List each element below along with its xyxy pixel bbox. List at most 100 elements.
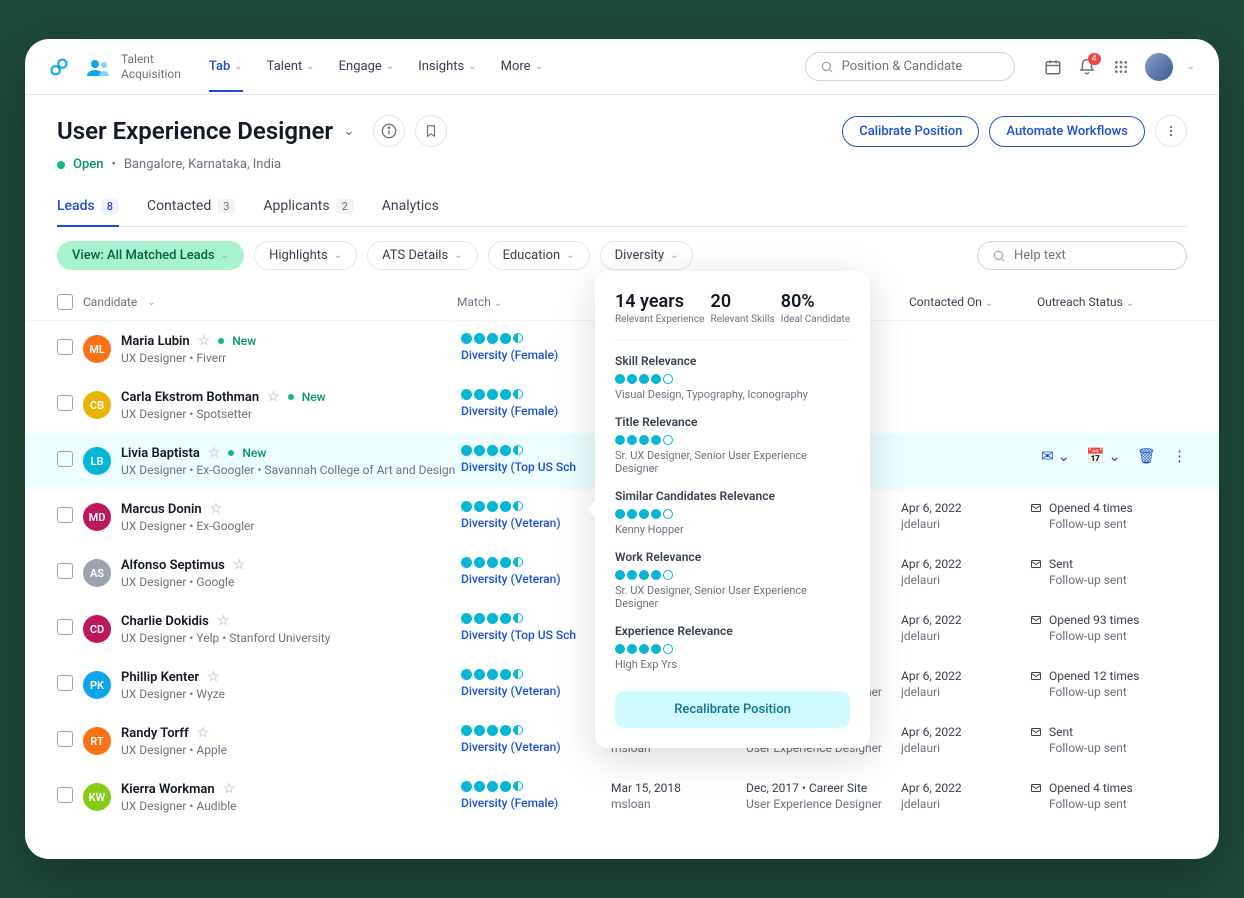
candidate-subtitle: UX Designer • Spotsetter	[121, 407, 461, 421]
automate-button[interactable]: Automate Workflows	[989, 116, 1145, 147]
location: Bangalore, Karnataka, India	[124, 157, 281, 172]
main-nav: Tab⌄ Talent⌄ Engage⌄ Insights⌄ More⌄	[209, 41, 543, 92]
candidate-name: Randy Torff	[121, 726, 189, 741]
row-checkbox[interactable]	[57, 675, 73, 691]
relevance-section: Experience RelevanceHigh Exp Yrs	[615, 624, 850, 671]
diversity-tag: Diversity (Top US Sch	[461, 628, 611, 642]
chevron-down-icon[interactable]: ⌄	[1187, 61, 1195, 72]
user-avatar[interactable]	[1145, 53, 1173, 81]
nav-more[interactable]: More⌄	[501, 41, 543, 92]
row-checkbox[interactable]	[57, 731, 73, 747]
star-icon[interactable]: ☆	[197, 725, 210, 741]
match-popover: 14 yearsRelevant Experience20Relevant Sk…	[595, 271, 870, 748]
candidate-name: Marcus Donin	[121, 502, 202, 517]
row-checkbox[interactable]	[57, 787, 73, 803]
tab-applicants[interactable]: Applicants2	[263, 198, 353, 226]
bookmark-button[interactable]	[415, 115, 447, 147]
candidate-subtitle: UX Designer • Fiverr	[121, 351, 461, 365]
schedule-action-icon[interactable]: 📅 ⌄	[1086, 447, 1121, 465]
diversity-tag: Diversity (Female)	[461, 404, 611, 418]
topbar-actions: 4 ⌄	[1043, 53, 1195, 81]
tab-contacted[interactable]: Contacted3	[147, 198, 235, 226]
search-icon	[820, 60, 834, 74]
relevance-section: Similar Candidates RelevanceKenny Hopper	[615, 489, 850, 536]
match-score	[461, 557, 611, 568]
nav-insights[interactable]: Insights⌄	[418, 41, 476, 92]
row-checkbox[interactable]	[57, 451, 73, 467]
diversity-filter[interactable]: Diversity⌄	[600, 241, 694, 270]
outreach-status: Opened 93 times	[1029, 613, 1179, 627]
tab-leads[interactable]: Leads8	[57, 198, 119, 226]
candidate-row[interactable]: KWKierra Workman☆UX Designer • AudibleDi…	[25, 769, 1219, 825]
col-candidate[interactable]: Candidate	[83, 295, 137, 309]
status-label: Open	[73, 157, 103, 172]
row-checkbox[interactable]	[57, 563, 73, 579]
new-badge: New	[242, 446, 266, 460]
col-outreach[interactable]: Outreach Status	[1037, 295, 1123, 309]
apps-icon[interactable]	[1111, 57, 1131, 77]
bell-icon[interactable]: 4	[1077, 57, 1097, 77]
outreach-status: Sent	[1029, 557, 1179, 571]
candidate-name: Livia Baptista	[121, 446, 200, 461]
search-icon	[992, 249, 1006, 263]
row-actions: ✉ ⌄ 📅 ⌄ 🗑 ⋮	[1041, 447, 1187, 465]
archive-action-icon[interactable]: 🗑	[1137, 447, 1156, 465]
avatar: AS	[83, 559, 111, 587]
view-filter[interactable]: View: All Matched Leads⌄	[57, 241, 244, 270]
help-input[interactable]	[1014, 248, 1180, 263]
star-icon[interactable]: ☆	[210, 501, 223, 517]
star-icon[interactable]: ☆	[233, 557, 246, 573]
avatar: KW	[83, 783, 111, 811]
nav-talent[interactable]: Talent⌄	[267, 41, 315, 92]
nav-tab[interactable]: Tab⌄	[209, 41, 243, 92]
avatar: CB	[83, 391, 111, 419]
calendar-icon[interactable]	[1043, 57, 1063, 77]
highlights-filter[interactable]: Highlights⌄	[254, 241, 357, 270]
candidate-name: Charlie Dokidis	[121, 614, 209, 629]
nav-engage[interactable]: Engage⌄	[339, 41, 395, 92]
brand-line1: Talent	[121, 52, 181, 66]
global-search[interactable]	[805, 52, 1015, 81]
more-button[interactable]	[1155, 115, 1187, 147]
relevance-section: Skill RelevanceVisual Design, Typography…	[615, 354, 850, 401]
education-filter[interactable]: Education⌄	[488, 241, 590, 270]
avatar: CD	[83, 615, 111, 643]
col-match[interactable]: Match	[457, 295, 491, 309]
star-icon[interactable]: ☆	[208, 445, 221, 461]
col-contacted[interactable]: Contacted On	[909, 295, 982, 309]
status-dot	[57, 161, 65, 169]
calibrate-button[interactable]: Calibrate Position	[842, 116, 979, 147]
avatar: ML	[83, 335, 111, 363]
row-checkbox[interactable]	[57, 339, 73, 355]
info-button[interactable]	[373, 115, 405, 147]
match-score	[461, 445, 611, 456]
chevron-down-icon[interactable]: ⌄	[343, 123, 355, 139]
candidate-name: Alfonso Septimus	[121, 558, 225, 573]
mail-action-icon[interactable]: ✉ ⌄	[1041, 447, 1070, 465]
star-icon[interactable]: ☆	[217, 613, 230, 629]
diversity-tag: Diversity (Veteran)	[461, 740, 611, 754]
outreach-status: Opened 4 times	[1029, 501, 1179, 515]
select-all-checkbox[interactable]	[57, 294, 73, 310]
tab-analytics[interactable]: Analytics	[382, 198, 439, 226]
new-badge: New	[302, 390, 326, 404]
recalibrate-button[interactable]: Recalibrate Position	[615, 691, 850, 728]
match-score	[461, 781, 611, 792]
help-search[interactable]	[977, 241, 1187, 270]
match-score	[461, 389, 611, 400]
match-score	[461, 725, 611, 736]
star-icon[interactable]: ☆	[207, 669, 220, 685]
row-checkbox[interactable]	[57, 619, 73, 635]
diversity-tag: Diversity (Female)	[461, 796, 611, 810]
ats-filter[interactable]: ATS Details⌄	[367, 241, 477, 270]
row-checkbox[interactable]	[57, 507, 73, 523]
candidate-name: Kierra Workman	[121, 782, 215, 797]
notif-badge: 4	[1088, 53, 1101, 65]
star-icon[interactable]: ☆	[198, 333, 211, 349]
search-input[interactable]	[842, 59, 1008, 74]
star-icon[interactable]: ☆	[223, 781, 236, 797]
match-score	[461, 669, 611, 680]
star-icon[interactable]: ☆	[267, 389, 280, 405]
row-checkbox[interactable]	[57, 395, 73, 411]
more-action-icon[interactable]: ⋮	[1172, 447, 1187, 465]
